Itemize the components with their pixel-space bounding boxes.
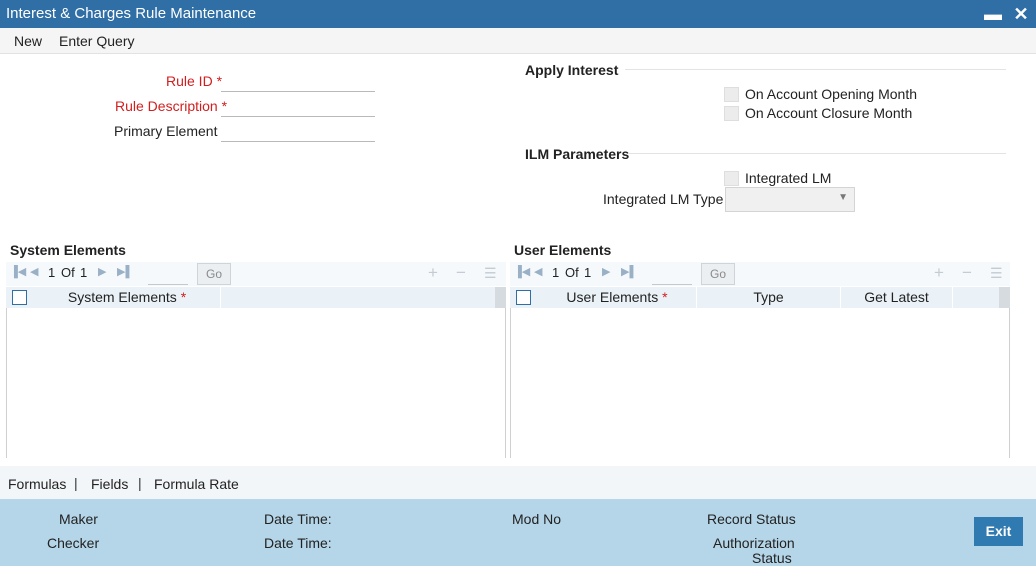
next-page-icon[interactable]: ▶ bbox=[98, 265, 106, 278]
title-bar: Interest & Charges Rule Maintenance ▬ ✕ bbox=[0, 0, 1036, 28]
apply-interest-heading: Apply Interest bbox=[525, 62, 619, 78]
integrated-lm-checkbox[interactable] bbox=[724, 171, 739, 186]
ilm-divider bbox=[628, 153, 1006, 154]
previous-page-icon[interactable]: ◀ bbox=[30, 265, 38, 278]
first-page-icon[interactable]: ▐◀ bbox=[10, 265, 26, 278]
exit-button[interactable]: Exit bbox=[974, 517, 1023, 546]
go-button[interactable]: Go bbox=[197, 263, 231, 285]
mod-no-label: Mod No bbox=[512, 511, 562, 527]
previous-page-icon[interactable]: ◀ bbox=[534, 265, 542, 278]
opening-month-label: On Account Opening Month bbox=[745, 86, 917, 102]
checker-date-time-label: Date Time: bbox=[264, 535, 332, 551]
select-all-checkbox[interactable] bbox=[12, 290, 27, 305]
column-user-elements[interactable]: User Elements * bbox=[538, 287, 697, 308]
tab-separator: | bbox=[138, 475, 142, 491]
authorization-status-label: Authorization bbox=[713, 535, 795, 551]
new-menu-item[interactable]: New bbox=[14, 33, 42, 49]
delete-row-icon[interactable]: − bbox=[962, 263, 972, 283]
window-title: Interest & Charges Rule Maintenance bbox=[6, 5, 257, 22]
delete-row-icon[interactable]: − bbox=[456, 263, 466, 283]
closure-month-checkbox[interactable] bbox=[724, 106, 739, 121]
tab-formulas[interactable]: Formulas bbox=[8, 476, 66, 492]
closure-month-label: On Account Closure Month bbox=[745, 105, 913, 121]
scrollbar[interactable] bbox=[999, 287, 1010, 308]
scrollbar[interactable] bbox=[495, 287, 506, 308]
rule-id-label: Rule ID * bbox=[166, 73, 223, 89]
single-view-icon[interactable]: ☰ bbox=[990, 265, 1003, 282]
primary-element-input[interactable] bbox=[221, 118, 375, 142]
add-row-icon[interactable]: + bbox=[428, 263, 438, 283]
minimize-icon[interactable]: ▬ bbox=[982, 3, 1004, 25]
page-number-input[interactable] bbox=[652, 263, 692, 285]
system-elements-header: System Elements * bbox=[6, 287, 506, 308]
column-get-latest[interactable]: Get Latest bbox=[841, 287, 953, 308]
chevron-down-icon: ▼ bbox=[838, 192, 848, 203]
enter-query-menu-item[interactable]: Enter Query bbox=[59, 33, 134, 49]
page-number-input[interactable] bbox=[148, 263, 188, 285]
select-all-checkbox[interactable] bbox=[516, 290, 531, 305]
rule-description-label: Rule Description * bbox=[115, 98, 228, 114]
authorization-status-label-line2: Status bbox=[752, 550, 792, 566]
user-elements-header: User Elements * Type Get Latest bbox=[510, 287, 1010, 308]
maker-label: Maker bbox=[59, 511, 98, 527]
integrated-lm-type-select[interactable]: ▼ bbox=[725, 187, 855, 212]
add-row-icon[interactable]: + bbox=[934, 263, 944, 283]
page-of: Of bbox=[565, 265, 579, 280]
page-current: 1 bbox=[48, 265, 56, 280]
audit-footer: Maker Checker Date Time: Date Time: Mod … bbox=[0, 499, 1036, 566]
tab-formula-rate[interactable]: Formula Rate bbox=[154, 476, 239, 492]
system-elements-navbar: ▐◀ ◀ 1 Of 1 ▶ ▶▌ Go + − ☰ bbox=[6, 262, 506, 286]
page-total: 1 bbox=[584, 265, 592, 280]
apply-interest-divider bbox=[625, 69, 1006, 70]
opening-month-checkbox[interactable] bbox=[724, 87, 739, 102]
rule-description-input[interactable] bbox=[221, 93, 375, 117]
page-of: Of bbox=[61, 265, 75, 280]
system-elements-title: System Elements bbox=[10, 242, 126, 258]
close-icon[interactable]: ✕ bbox=[1010, 3, 1032, 25]
subsystem-tabs: Formulas | Fields | Formula Rate bbox=[0, 466, 1036, 499]
record-status-label: Record Status bbox=[707, 511, 796, 527]
tab-separator: | bbox=[74, 475, 78, 491]
checker-label: Checker bbox=[47, 535, 100, 551]
rule-id-input[interactable] bbox=[221, 68, 375, 92]
user-elements-navbar: ▐◀ ◀ 1 Of 1 ▶ ▶▌ Go + − ☰ bbox=[510, 262, 1010, 286]
page-total: 1 bbox=[80, 265, 88, 280]
first-page-icon[interactable]: ▐◀ bbox=[514, 265, 530, 278]
column-system-elements[interactable]: System Elements * bbox=[34, 287, 221, 308]
menu-bar: New Enter Query bbox=[0, 28, 1036, 54]
go-button[interactable]: Go bbox=[701, 263, 735, 285]
user-elements-body bbox=[510, 308, 1010, 458]
maker-date-time-label: Date Time: bbox=[264, 511, 332, 527]
last-page-icon[interactable]: ▶▌ bbox=[621, 265, 637, 278]
user-elements-title: User Elements bbox=[514, 242, 612, 258]
ilm-parameters-heading: ILM Parameters bbox=[525, 146, 630, 162]
page-current: 1 bbox=[552, 265, 560, 280]
tab-fields[interactable]: Fields bbox=[91, 476, 128, 492]
last-page-icon[interactable]: ▶▌ bbox=[117, 265, 133, 278]
primary-element-label: Primary Element bbox=[114, 123, 218, 139]
system-elements-body bbox=[6, 308, 506, 458]
next-page-icon[interactable]: ▶ bbox=[602, 265, 610, 278]
column-type[interactable]: Type bbox=[697, 287, 841, 308]
integrated-lm-type-label: Integrated LM Type bbox=[603, 191, 724, 207]
integrated-lm-label: Integrated LM bbox=[745, 170, 832, 186]
single-view-icon[interactable]: ☰ bbox=[484, 265, 497, 282]
